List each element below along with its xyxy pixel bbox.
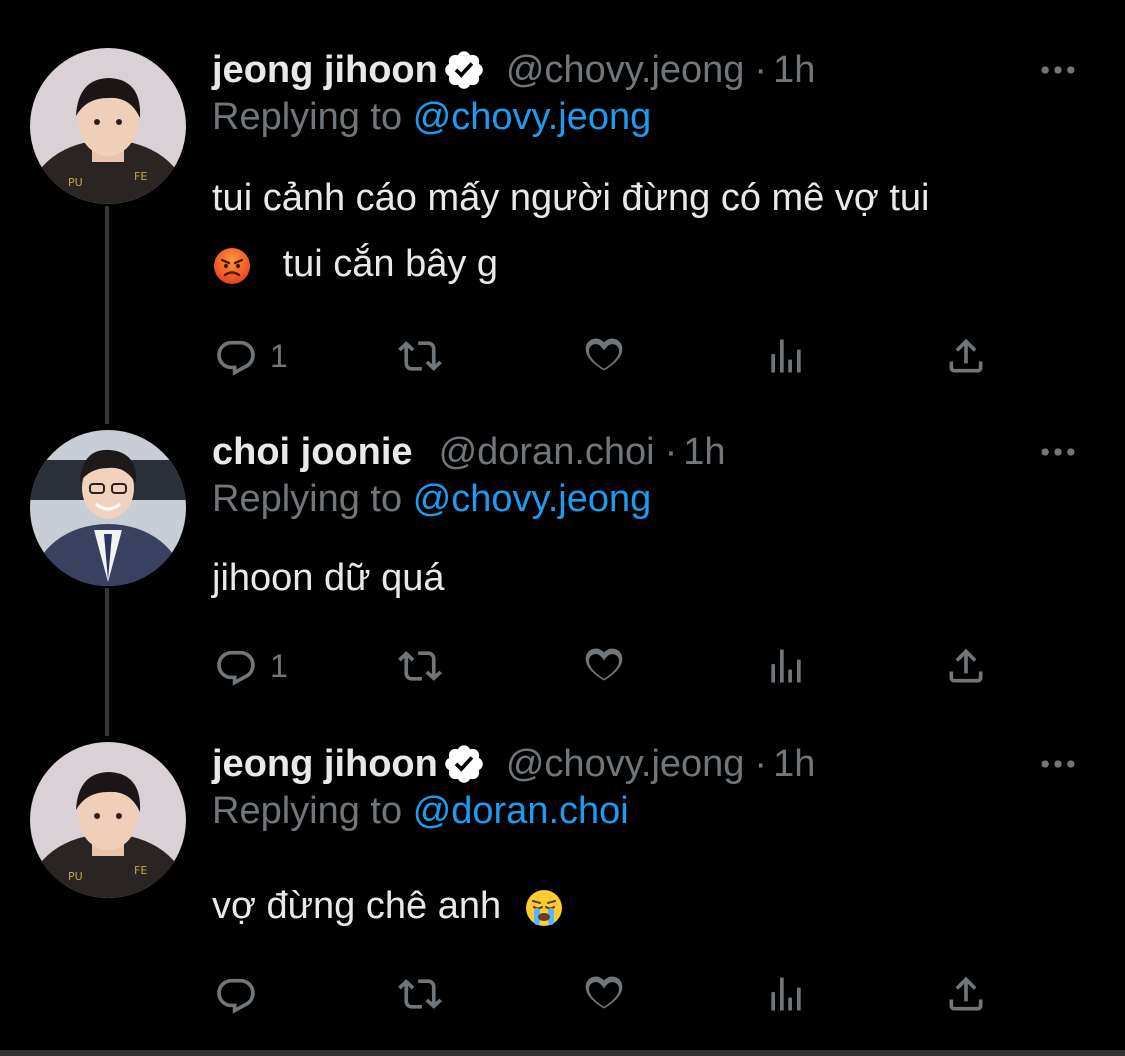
retweet-icon: [398, 972, 442, 1016]
verified-badge-icon: [442, 48, 486, 92]
views-icon: [764, 644, 808, 688]
like-icon: [582, 972, 626, 1016]
username-handle[interactable]: @chovy.jeong: [506, 743, 745, 786]
views-button[interactable]: [764, 642, 808, 690]
timestamp[interactable]: 1h: [773, 49, 815, 92]
action-bar: [212, 970, 992, 1018]
share-button[interactable]: [944, 642, 988, 690]
verified-badge-icon: [442, 742, 486, 786]
replying-prefix: Replying to: [212, 478, 403, 520]
like-button[interactable]: [582, 332, 626, 380]
avatar[interactable]: PU FE: [30, 742, 186, 898]
like-icon: [582, 334, 626, 378]
retweet-icon: [398, 334, 442, 378]
replying-to: Replying to @doran.choi: [212, 790, 629, 833]
action-bar: 1: [212, 332, 992, 380]
reply-button[interactable]: [214, 970, 270, 1018]
tweet[interactable]: choi joonie @doran.choi · 1h Replying to…: [0, 430, 1125, 730]
more-icon: [1036, 430, 1080, 474]
tweet-text-line: vợ đừng chê anh: [212, 884, 564, 928]
views-icon: [764, 334, 808, 378]
display-name[interactable]: jeong jihoon: [212, 49, 438, 92]
share-button[interactable]: [944, 332, 988, 380]
reply-count: 1: [270, 337, 288, 374]
tweet[interactable]: PU FE jeong jihoon @chovy.jeong · 1h Rep…: [0, 48, 1125, 388]
share-button[interactable]: [944, 970, 988, 1018]
display-name[interactable]: choi joonie: [212, 431, 413, 474]
svg-text:PU: PU: [68, 870, 83, 883]
timestamp[interactable]: 1h: [773, 743, 815, 786]
more-options-button[interactable]: [1031, 742, 1085, 786]
reply-icon: [214, 972, 258, 1016]
retweet-button[interactable]: [398, 970, 442, 1018]
tweet-text-span: tui cắn bây g: [282, 243, 499, 285]
replying-prefix: Replying to: [212, 790, 403, 832]
bottom-divider: [0, 1050, 1125, 1056]
angry-face-emoji: [214, 247, 250, 284]
svg-text:FE: FE: [134, 170, 147, 183]
tweet[interactable]: PU FE jeong jihoon @chovy.jeong · 1h Rep…: [0, 742, 1125, 1032]
tweet-text-span: vợ đừng chê anh: [212, 885, 502, 927]
share-icon: [944, 644, 988, 688]
username-handle[interactable]: @doran.choi: [439, 431, 655, 474]
avatar[interactable]: [30, 430, 186, 586]
like-icon: [582, 644, 626, 688]
retweet-button[interactable]: [398, 332, 442, 380]
reply-icon: [214, 644, 258, 688]
svg-text:PU: PU: [68, 176, 83, 189]
replying-to-link[interactable]: @doran.choi: [413, 790, 629, 832]
share-icon: [944, 972, 988, 1016]
like-button[interactable]: [582, 642, 626, 690]
svg-text:FE: FE: [134, 864, 147, 877]
separator-dot: ·: [754, 48, 768, 91]
tweet-thread: PU FE jeong jihoon @chovy.jeong · 1h Rep…: [0, 0, 1125, 1056]
reply-button[interactable]: 1: [214, 332, 288, 380]
tweet-header: jeong jihoon @chovy.jeong · 1h: [212, 48, 815, 92]
retweet-icon: [398, 644, 442, 688]
more-options-button[interactable]: [1031, 430, 1085, 474]
timestamp[interactable]: 1h: [683, 431, 725, 474]
reply-icon: [214, 334, 258, 378]
more-icon: [1036, 742, 1080, 786]
replying-to-link[interactable]: @chovy.jeong: [413, 478, 652, 520]
reply-count: 1: [270, 647, 288, 684]
more-icon: [1036, 48, 1080, 92]
views-button[interactable]: [764, 970, 808, 1018]
more-options-button[interactable]: [1031, 48, 1085, 92]
separator-dot: ·: [664, 430, 678, 473]
separator-dot: ·: [754, 742, 768, 785]
action-bar: 1: [212, 642, 992, 690]
tweet-header: jeong jihoon @chovy.jeong · 1h: [212, 742, 815, 786]
views-icon: [764, 972, 808, 1016]
tweet-text-line: jihoon dữ quá: [212, 557, 445, 599]
replying-to: Replying to @chovy.jeong: [212, 96, 651, 139]
retweet-button[interactable]: [398, 642, 442, 690]
replying-prefix: Replying to: [212, 96, 403, 138]
replying-to-link[interactable]: @chovy.jeong: [413, 96, 652, 138]
crying-face-emoji: [525, 889, 562, 926]
reply-button[interactable]: 1: [214, 642, 288, 690]
tweet-header: choi joonie @doran.choi · 1h: [212, 430, 726, 474]
tweet-text-line: tui cắn bây g: [212, 242, 498, 286]
username-handle[interactable]: @chovy.jeong: [506, 49, 745, 92]
views-button[interactable]: [764, 332, 808, 380]
tweet-text-line: tui cảnh cáo mấy người đừng có mê vợ tui: [212, 177, 930, 219]
avatar[interactable]: PU FE: [30, 48, 186, 204]
like-button[interactable]: [582, 970, 626, 1018]
replying-to: Replying to @chovy.jeong: [212, 478, 651, 521]
share-icon: [944, 334, 988, 378]
display-name[interactable]: jeong jihoon: [212, 743, 438, 786]
